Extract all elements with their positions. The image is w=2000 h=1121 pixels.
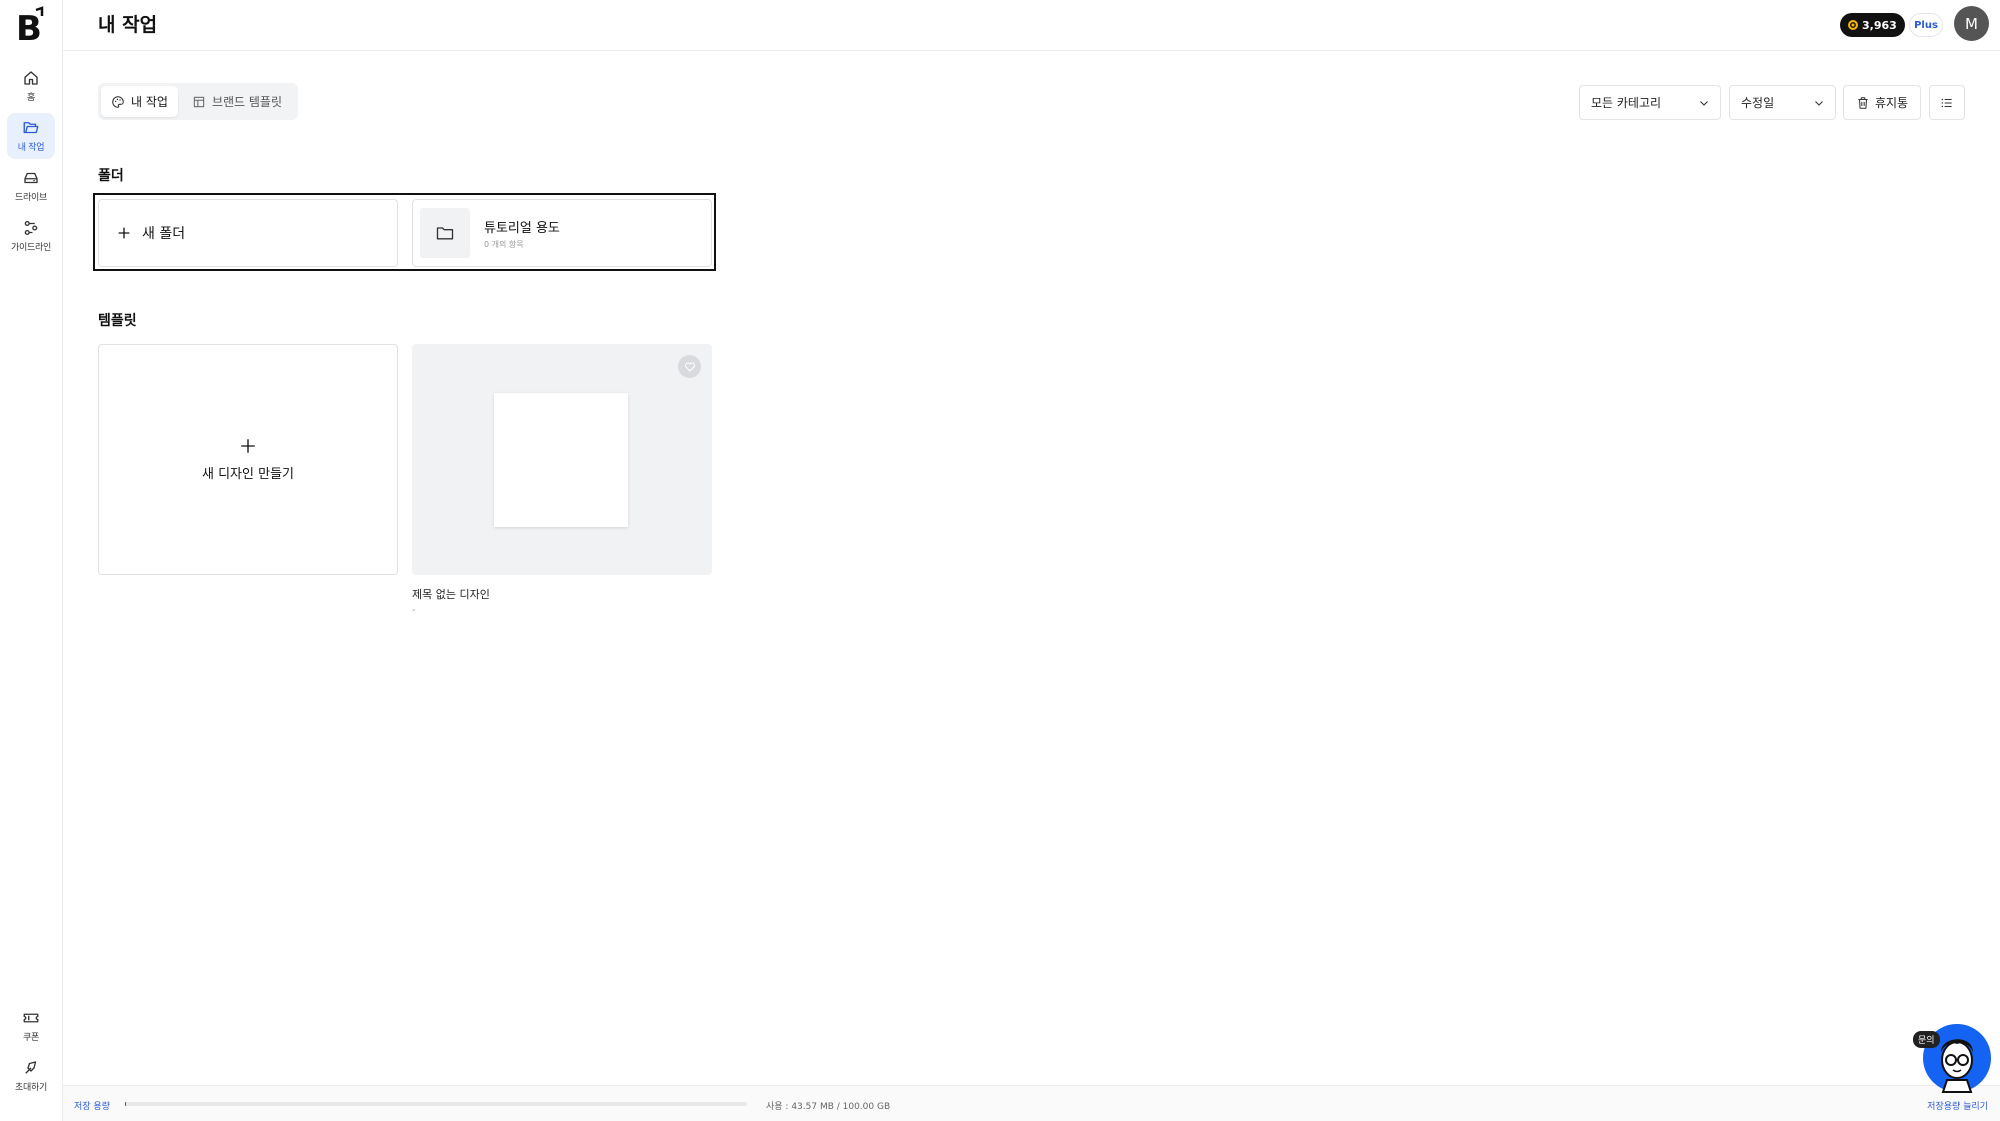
ticket-icon	[23, 1013, 39, 1023]
templates-section-title: 템플릿	[98, 313, 137, 329]
drive-icon	[24, 172, 38, 184]
top-header: 내 작업 3,963 Plus M	[63, 0, 2000, 51]
sidebar-item-my-work[interactable]: 내 작업	[7, 113, 55, 159]
plan-badge[interactable]: Plus	[1909, 13, 1943, 37]
folder-open-icon	[23, 122, 39, 134]
heart-icon	[684, 362, 695, 371]
folder-thumb	[420, 208, 470, 258]
invite-icon	[25, 1061, 37, 1074]
work-tabs: 내 작업 브랜드 템플릿	[98, 83, 298, 120]
sidebar-item-label: 초대하기	[15, 1083, 47, 1093]
storage-usage: 사용 : 43.57 MB / 100.00 GB	[766, 1102, 891, 1112]
design-card[interactable]	[412, 344, 712, 575]
folder-icon	[436, 227, 454, 240]
list-view-button[interactable]	[1929, 85, 1965, 120]
plus-icon	[118, 227, 130, 239]
sidebar-item-label: 드라이브	[15, 193, 47, 203]
sidebar-item-invite[interactable]: 초대하기	[7, 1053, 55, 1099]
new-folder-button[interactable]: 새 폴더	[98, 199, 398, 267]
sidebar-item-guideline[interactable]: 가이드라인	[7, 213, 55, 259]
palette-icon	[112, 95, 124, 108]
chevron-down-icon	[1700, 100, 1708, 106]
folder-name: 튜토리얼 용도	[484, 220, 560, 236]
app-logo[interactable]: B	[14, 6, 48, 49]
trash-icon	[1858, 96, 1868, 109]
sidebar-item-drive[interactable]: 드라이브	[7, 163, 55, 209]
new-design-label: 새 디자인 만들기	[202, 467, 294, 482]
trash-label: 휴지통	[1874, 96, 1909, 110]
credits-value: 3,963	[1862, 18, 1897, 32]
sidebar-item-label: 홈	[27, 93, 35, 103]
category-select-value: 모든 카테고리	[1591, 96, 1662, 110]
sort-select-value: 수정일	[1741, 96, 1775, 110]
svg-text:B: B	[16, 9, 42, 44]
chevron-down-icon	[1815, 100, 1823, 106]
trash-button[interactable]: 휴지통	[1843, 85, 1921, 120]
support-avatar-icon	[1923, 1024, 1991, 1093]
sidebar-item-label: 내 작업	[17, 143, 45, 153]
folder-item-count: 0 개의 항목	[484, 239, 524, 249]
design-name[interactable]: 제목 없는 디자인	[412, 586, 490, 602]
design-date: -	[412, 605, 416, 616]
design-preview	[494, 393, 628, 527]
sort-select[interactable]: 수정일	[1729, 85, 1836, 120]
sidebar: B 홈 내 작업 드라이브 가이드라인 쿠폰 초대하기	[0, 0, 63, 1121]
tab-my-work[interactable]: 내 작업	[101, 86, 178, 117]
storage-label: 저장 용량	[74, 1102, 110, 1112]
sidebar-item-label: 쿠폰	[23, 1033, 39, 1043]
favorite-button[interactable]	[678, 355, 701, 378]
guideline-icon	[24, 220, 38, 236]
folders-section-title: 폴더	[98, 168, 124, 184]
plus-icon	[241, 439, 255, 453]
layout-icon	[193, 96, 205, 107]
home-icon	[24, 71, 38, 85]
category-select[interactable]: 모든 카테고리	[1579, 85, 1721, 120]
avatar[interactable]: M	[1954, 6, 1989, 41]
tab-label: 내 작업	[131, 95, 168, 109]
page-title: 내 작업	[98, 14, 158, 36]
tab-label: 브랜드 템플릿	[211, 95, 282, 109]
folder-item[interactable]: 튜토리얼 용도 0 개의 항목	[412, 199, 712, 267]
sidebar-item-coupon[interactable]: 쿠폰	[7, 1003, 55, 1049]
coin-icon	[1848, 20, 1858, 30]
tab-brand-templates[interactable]: 브랜드 템플릿	[182, 86, 292, 117]
storage-bar: 저장 용량 사용 : 43.57 MB / 100.00 GB 저장용량 늘리기	[63, 1085, 2000, 1121]
list-view-icon	[1941, 98, 1952, 107]
credits-badge[interactable]: 3,963	[1840, 13, 1905, 37]
sidebar-item-label: 가이드라인	[11, 243, 51, 253]
support-chat-widget[interactable]: 문의	[1913, 1018, 1991, 1096]
new-design-button[interactable]: 새 디자인 만들기	[98, 344, 398, 575]
increase-storage-link[interactable]: 저장용량 늘리기	[1927, 1099, 1988, 1112]
chat-bubble-label: 문의	[1913, 1031, 1940, 1048]
storage-progress	[125, 1102, 747, 1106]
sidebar-item-home[interactable]: 홈	[7, 63, 55, 109]
new-folder-label: 새 폴더	[142, 226, 186, 242]
